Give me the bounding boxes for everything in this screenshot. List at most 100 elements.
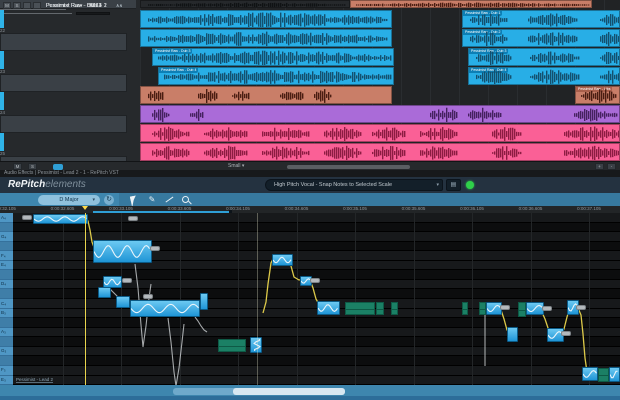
note-handle[interactable] xyxy=(542,306,552,311)
speaker-icon[interactable] xyxy=(53,164,63,170)
zoom-out-button[interactable]: - xyxy=(607,163,616,170)
track-header[interactable]: MSPessimist Raw - Dub 3∧∧ xyxy=(0,115,127,133)
piano-key[interactable] xyxy=(0,270,13,280)
unvoiced-segment[interactable] xyxy=(391,302,398,315)
unvoiced-segment[interactable] xyxy=(479,302,486,315)
pitch-row[interactable] xyxy=(13,328,620,338)
piano-key[interactable] xyxy=(0,318,13,328)
pitch-row[interactable] xyxy=(13,318,620,328)
pencil-tool-icon[interactable]: ✎ xyxy=(144,193,160,206)
note-handle[interactable] xyxy=(143,294,153,299)
cursor-tool-icon[interactable] xyxy=(125,193,141,206)
piano-key[interactable]: A₃ xyxy=(0,328,13,338)
audio-clip[interactable] xyxy=(350,0,592,8)
piano-key[interactable] xyxy=(0,242,13,252)
pitch-editor[interactable]: A₄G₄F₄E₄D₄C₄B₃A₃G₃F₃E₃ Pessimist - Lead … xyxy=(0,213,620,385)
piano-key[interactable] xyxy=(0,337,13,347)
note-handle[interactable] xyxy=(561,331,571,336)
audio-clip[interactable]: Pessimist Raw - Dub 3 xyxy=(152,48,394,66)
pitch-row[interactable] xyxy=(13,223,620,233)
audio-clip[interactable] xyxy=(140,10,392,28)
pitch-note[interactable] xyxy=(250,337,262,353)
pitch-note[interactable] xyxy=(317,301,340,315)
note-handle[interactable] xyxy=(310,278,320,283)
arrangement-clip-area[interactable]: Pessimist Raw - Dub 1Pessimist Raw - Dub… xyxy=(140,0,620,162)
track-monitor-button[interactable] xyxy=(33,2,41,9)
unvoiced-segment[interactable] xyxy=(218,339,246,352)
piano-key[interactable]: G₄ xyxy=(0,232,13,242)
note-handle[interactable] xyxy=(576,305,586,310)
audio-clip[interactable] xyxy=(140,124,620,142)
track-header[interactable]: MSPessimist Raw - Dub 1∧∧ xyxy=(0,33,127,51)
piano-key[interactable]: B₃ xyxy=(0,309,13,319)
piano-key[interactable]: F₄ xyxy=(0,251,13,261)
note-handle[interactable] xyxy=(122,278,132,283)
piano-key-strip[interactable]: A₄ G₄ F₄E₄ D₄ C₄B₃ A₃ G₃ F₃E₃ xyxy=(0,213,13,385)
pitch-note[interactable] xyxy=(98,287,111,298)
audio-clip[interactable]: Pessimist Raw - Dub 4 xyxy=(468,67,620,85)
scrollbar-range[interactable] xyxy=(233,388,345,395)
preset-menu-button[interactable]: ▤ xyxy=(446,179,461,191)
pitch-row[interactable] xyxy=(13,337,620,347)
track-record-button[interactable] xyxy=(23,2,31,9)
audio-clip[interactable]: Pessimist Raw - Dub 3 xyxy=(468,48,620,66)
note-handle[interactable] xyxy=(500,305,510,310)
unvoiced-segment[interactable] xyxy=(518,302,526,317)
zoom-in-button[interactable]: + xyxy=(595,163,604,170)
pitch-row[interactable] xyxy=(13,376,620,385)
unvoiced-segment[interactable] xyxy=(598,368,609,382)
piano-key[interactable]: G₃ xyxy=(0,347,13,357)
sync-icon[interactable]: ↻ xyxy=(104,195,114,205)
piano-key[interactable]: D₄ xyxy=(0,280,13,290)
scrollbar-thumb[interactable] xyxy=(173,388,345,395)
audio-clip[interactable]: Pessimist Raw - Dub 4 xyxy=(158,67,394,85)
note-handle[interactable] xyxy=(22,215,32,220)
audio-clip[interactable]: Pessimist Raw - Libs xyxy=(575,86,620,104)
line-tool-icon[interactable] xyxy=(161,193,177,206)
pitch-note[interactable] xyxy=(93,240,152,263)
piano-key[interactable] xyxy=(0,356,13,366)
global-solo-button[interactable]: S xyxy=(28,163,37,170)
pitch-note[interactable] xyxy=(272,254,293,266)
audio-clip[interactable]: Pessimist Raw - Dub 2 xyxy=(462,29,620,47)
pitch-note[interactable] xyxy=(116,296,130,308)
volume-slider[interactable] xyxy=(0,9,66,10)
audio-clip[interactable] xyxy=(140,86,392,104)
track-mute-button[interactable]: M xyxy=(3,2,11,9)
audio-clip[interactable]: Pessimist Raw - Dub 1 xyxy=(462,10,620,28)
track-solo-button[interactable]: S xyxy=(13,2,21,9)
pitch-note[interactable] xyxy=(200,293,208,310)
piano-key[interactable] xyxy=(0,223,13,233)
pitch-note[interactable] xyxy=(609,367,620,382)
audio-clip[interactable] xyxy=(140,143,620,161)
pitch-row[interactable] xyxy=(13,366,620,376)
piano-key[interactable]: C₄ xyxy=(0,299,13,309)
pitch-note[interactable] xyxy=(507,327,518,342)
pitch-note[interactable] xyxy=(130,300,200,317)
audio-clip[interactable] xyxy=(140,29,392,47)
editor-bottom-scrollbar[interactable] xyxy=(0,385,620,400)
piano-key[interactable] xyxy=(0,289,13,299)
scale-select[interactable]: D Major ▾ xyxy=(38,195,100,205)
unvoiced-segment[interactable] xyxy=(376,302,384,315)
pitch-row[interactable] xyxy=(13,356,620,366)
piano-key[interactable]: A₄ xyxy=(0,213,13,223)
zoom-tool-icon[interactable] xyxy=(177,193,193,206)
unvoiced-segment[interactable] xyxy=(462,302,468,315)
unvoiced-segment[interactable] xyxy=(345,302,375,315)
track-height-select[interactable]: Small ▾ xyxy=(228,163,244,169)
preset-dropdown[interactable]: High Pitch Vocal - Snap Notes to Selecte… xyxy=(265,179,443,191)
note-handle[interactable] xyxy=(150,246,160,251)
pitch-row[interactable] xyxy=(13,213,620,223)
piano-key[interactable]: F₃ xyxy=(0,366,13,376)
global-mute-button[interactable]: M xyxy=(13,163,22,170)
audio-clip[interactable] xyxy=(140,0,350,8)
playhead-marker[interactable] xyxy=(82,206,88,210)
pitch-timeline-ruler[interactable]: 0:00:32.1050:00:32.6050:00:33.1050:00:33… xyxy=(0,206,620,213)
audio-clip[interactable] xyxy=(140,105,620,123)
piano-key[interactable]: E₃ xyxy=(0,376,13,385)
pitch-note[interactable] xyxy=(33,214,88,224)
note-handle[interactable] xyxy=(128,216,138,221)
pitch-note[interactable] xyxy=(582,367,598,381)
piano-key[interactable]: E₄ xyxy=(0,261,13,271)
